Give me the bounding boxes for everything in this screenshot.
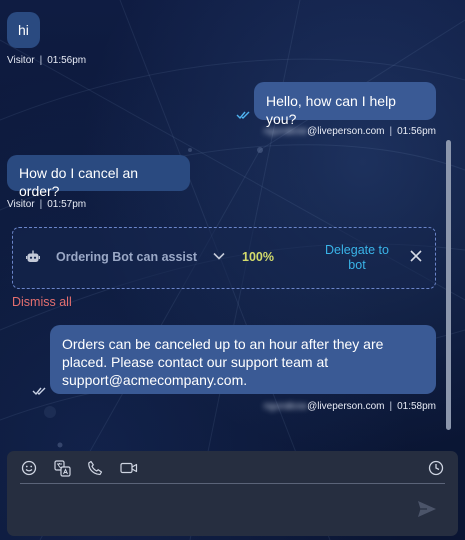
- sender-label: Visitor: [7, 55, 35, 66]
- delivered-receipt-icon: [32, 387, 46, 396]
- visitor-message-bubble: How do I cancel an order?: [7, 155, 190, 199]
- bot-name: Ordering Bot can assist: [56, 250, 198, 264]
- message-text: hi: [18, 22, 29, 38]
- message-meta: ngurakow@liveperson.com | 01:56pm: [264, 126, 436, 137]
- delegate-to-bot-link[interactable]: Delegate to bot: [316, 243, 398, 273]
- timestamp: 01:58pm: [397, 401, 436, 412]
- message-text: Hello, how can I help you?: [266, 93, 396, 127]
- agent-domain: @liveperson.com: [307, 401, 385, 412]
- agent-message-bubble: Orders can be canceled up to an hour aft…: [50, 325, 436, 394]
- chevron-down-icon[interactable]: [213, 252, 225, 260]
- phone-icon[interactable]: [86, 459, 104, 477]
- bot-suggestion-card: Ordering Bot can assist 100% Delegate to…: [12, 227, 436, 289]
- emoji-icon[interactable]: [20, 459, 38, 477]
- message-meta: Visitor | 01:56pm: [7, 55, 86, 66]
- translate-icon[interactable]: [53, 459, 71, 477]
- meta-separator: |: [39, 55, 43, 66]
- message-composer: [7, 451, 458, 536]
- robot-icon: [26, 250, 40, 262]
- timestamp: 01:56pm: [397, 126, 436, 137]
- visitor-message-bubble: hi: [7, 12, 40, 48]
- meta-separator: |: [39, 199, 43, 210]
- message-meta: ngurakow@liveperson.com | 01:58pm: [264, 401, 436, 412]
- read-receipt-icon: [236, 111, 250, 120]
- chat-scrollbar[interactable]: [446, 140, 451, 430]
- sender-label: Visitor: [7, 199, 35, 210]
- timestamp: 01:57pm: [47, 199, 87, 210]
- send-icon[interactable]: [417, 500, 437, 518]
- close-icon[interactable]: [410, 250, 422, 262]
- agent-message-bubble: Hello, how can I help you?: [254, 82, 436, 127]
- message-meta: Visitor | 01:57pm: [7, 199, 86, 210]
- message-text: Orders can be canceled up to an hour aft…: [62, 336, 384, 388]
- agent-name-blurred: ngurakow: [263, 126, 308, 137]
- message-input[interactable]: [20, 489, 414, 531]
- meta-separator: |: [389, 126, 393, 137]
- confidence-score: 100%: [242, 250, 274, 264]
- agent-domain: @liveperson.com: [307, 126, 385, 137]
- dismiss-all-link[interactable]: Dismiss all: [12, 295, 72, 309]
- timestamp: 01:56pm: [47, 55, 87, 66]
- video-icon[interactable]: [120, 459, 138, 477]
- message-text: How do I cancel an order?: [19, 165, 139, 199]
- composer-divider: [20, 483, 445, 484]
- agent-name-blurred: ngurakow: [263, 401, 308, 412]
- clock-icon[interactable]: [427, 459, 445, 477]
- meta-separator: |: [389, 401, 393, 412]
